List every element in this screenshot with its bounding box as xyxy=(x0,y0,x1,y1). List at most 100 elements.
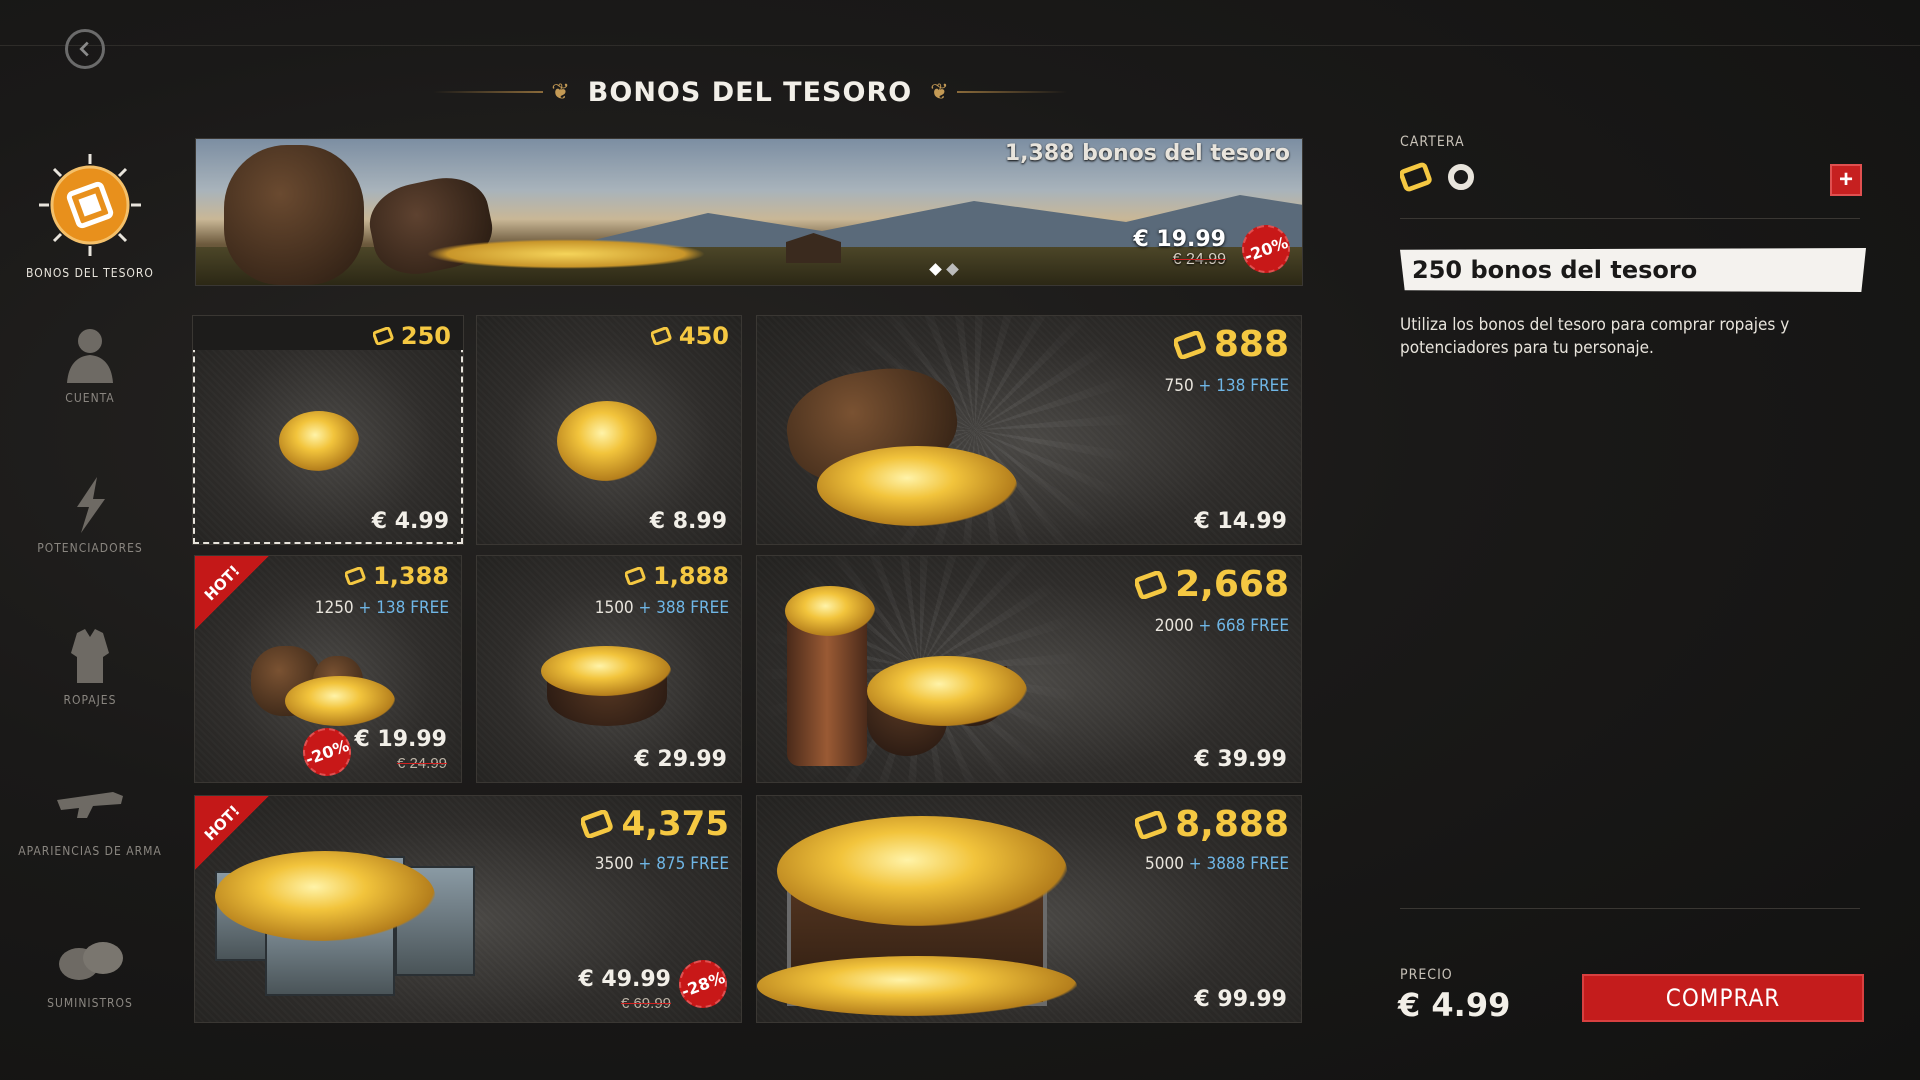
coin-pile-image xyxy=(541,646,671,696)
product-old-price: € 24.99 xyxy=(396,755,447,772)
coin-pile-image xyxy=(285,676,395,726)
sidebar-item-label: ROPAJES xyxy=(63,693,117,707)
treasure-bonds-icon xyxy=(39,154,141,256)
product-tile-2668[interactable]: 2,668 2000 + 668 FREE € 39.99 xyxy=(756,555,1302,783)
bond-icon xyxy=(650,327,672,345)
bond-amount: 4,375 xyxy=(581,804,729,844)
bond-icon xyxy=(581,810,614,838)
sidebar-item-cuenta[interactable]: CUENTA xyxy=(0,325,180,405)
title-ornament-left xyxy=(433,91,544,93)
banner-ground xyxy=(196,247,1302,285)
bond-amount: 8,888 xyxy=(1135,804,1289,845)
bond-amount: 250 xyxy=(372,322,451,350)
carousel-dot[interactable] xyxy=(946,263,959,276)
sidebar-item-label: APARIENCIAS DE ARMA xyxy=(18,844,162,858)
bonus-split: 1500 + 388 FREE xyxy=(594,598,729,618)
product-price: € 19.99 xyxy=(354,727,447,752)
sidebar-item-label: POTENCIADORES xyxy=(37,541,143,555)
supplies-icon xyxy=(59,942,123,980)
selected-product-description: Utiliza los bonos del tesoro para compra… xyxy=(1400,315,1790,358)
bond-amount: 1,388 xyxy=(345,562,449,590)
coin-pile-image xyxy=(426,239,706,269)
sidebar-item-suministros[interactable]: SUMINISTROS xyxy=(0,930,180,1010)
bond-icon xyxy=(1400,162,1432,192)
bond-amount: 450 xyxy=(650,322,729,350)
product-old-price: € 69.99 xyxy=(620,995,671,1012)
page-title: BONOS DEL TESORO xyxy=(587,76,913,108)
sidebar-item-bonos-del-tesoro[interactable]: BONOS DEL TESORO xyxy=(0,150,180,280)
panel-divider xyxy=(1400,908,1860,909)
add-funds-button[interactable]: + xyxy=(1830,164,1862,196)
selected-product-title: 250 bonos del tesoro xyxy=(1400,248,1866,292)
coin-pile-image xyxy=(279,411,359,471)
product-tile-4375[interactable]: 4,375 3500 + 875 FREE HOT! € 49.99 € 69.… xyxy=(194,795,742,1023)
wallet-label: CARTERA xyxy=(1400,134,1465,150)
product-price: € 14.99 xyxy=(1194,509,1287,534)
title-ornament-right xyxy=(956,91,1067,93)
carousel-dot[interactable] xyxy=(929,263,942,276)
discount-badge: -28% xyxy=(672,953,734,1015)
product-price: € 39.99 xyxy=(1194,747,1287,772)
bonus-split: 5000 + 3888 FREE xyxy=(1145,854,1289,874)
carousel-dots xyxy=(929,263,959,276)
user-icon xyxy=(67,329,113,383)
bond-icon xyxy=(625,567,646,585)
bond-amount: 1,888 xyxy=(625,562,729,590)
bonus-split: 750 + 138 FREE xyxy=(1164,376,1289,396)
product-tile-8888[interactable]: 8,888 5000 + 3888 FREE € 99.99 xyxy=(756,795,1302,1023)
back-button[interactable] xyxy=(65,29,105,69)
buy-button[interactable]: COMPRAR xyxy=(1582,974,1864,1022)
bond-icon xyxy=(1173,330,1206,359)
sidebar-item-label: BONOS DEL TESORO xyxy=(26,266,154,280)
banner-bonus-text: 1,388 bonos del tesoro xyxy=(1004,141,1290,166)
sidebar-item-potenciadores[interactable]: POTENCIADORES xyxy=(0,475,180,555)
featured-banner[interactable]: 1,388 bonos del tesoro € 19.99 € 24.99 -… xyxy=(195,138,1303,286)
sidebar-item-ropajes[interactable]: ROPAJES xyxy=(0,627,180,707)
product-price: € 8.99 xyxy=(649,509,727,534)
flourish-icon: ❦ xyxy=(930,79,949,104)
back-arrow-icon xyxy=(79,41,89,57)
coin-pile-image xyxy=(785,586,875,636)
coin-bag-image xyxy=(224,145,364,285)
coin-pile-image xyxy=(817,446,1017,526)
product-price: € 49.99 xyxy=(578,967,671,992)
coin-pile-image xyxy=(777,816,1067,926)
page-title-bar: ❦ BONOS DEL TESORO ❦ xyxy=(430,72,1070,112)
sidebar-item-label: CUENTA xyxy=(65,391,115,405)
discount-badge: -20% xyxy=(296,721,358,782)
bonus-split: 1250 + 138 FREE xyxy=(314,598,449,618)
product-tile-888[interactable]: 888 750 + 138 FREE € 14.99 xyxy=(756,315,1302,545)
panel-divider xyxy=(1400,218,1860,219)
coin-pile-image xyxy=(557,401,657,481)
product-tile-1888[interactable]: 1,888 1500 + 388 FREE € 29.99 xyxy=(476,555,742,783)
total-price: € 4.99 xyxy=(1398,986,1511,1024)
bond-amount: 2,668 xyxy=(1135,564,1289,605)
sidebar-item-apariencias-de-arma[interactable]: APARIENCIAS DE ARMA xyxy=(0,778,180,858)
coin-pile-image xyxy=(757,956,1077,1016)
lightning-icon xyxy=(77,477,105,533)
wallet-balances xyxy=(1400,162,1474,192)
flourish-icon: ❦ xyxy=(551,79,570,104)
product-tile-450[interactable]: 450 € 8.99 xyxy=(476,315,742,545)
clothing-icon xyxy=(71,629,109,683)
bond-amount: 888 xyxy=(1173,324,1289,365)
price-label: PRECIO xyxy=(1400,967,1453,983)
hot-ribbon: HOT! xyxy=(195,556,269,630)
bonus-split: 2000 + 668 FREE xyxy=(1154,616,1289,636)
sidebar-item-label: SUMINISTROS xyxy=(47,996,133,1010)
currency-ring-icon xyxy=(1448,164,1474,190)
bond-icon xyxy=(345,567,366,585)
coin-pile-image xyxy=(867,656,1027,726)
product-price: € 99.99 xyxy=(1194,987,1287,1012)
product-price: € 4.99 xyxy=(371,509,449,534)
banner-old-price: € 24.99 xyxy=(1172,251,1226,268)
product-price: € 29.99 xyxy=(634,747,727,772)
product-tile-1388[interactable]: 1,388 1250 + 138 FREE HOT! -20% € 19.99 … xyxy=(194,555,462,783)
hot-ribbon: HOT! xyxy=(195,796,269,870)
bond-icon xyxy=(1135,570,1167,599)
product-tile-250[interactable]: 250 € 4.99 xyxy=(192,315,464,545)
banner-price: € 19.99 xyxy=(1133,227,1226,252)
bond-icon xyxy=(1135,810,1167,839)
bonus-split: 3500 + 875 FREE xyxy=(594,854,729,874)
header-divider xyxy=(0,45,1920,46)
